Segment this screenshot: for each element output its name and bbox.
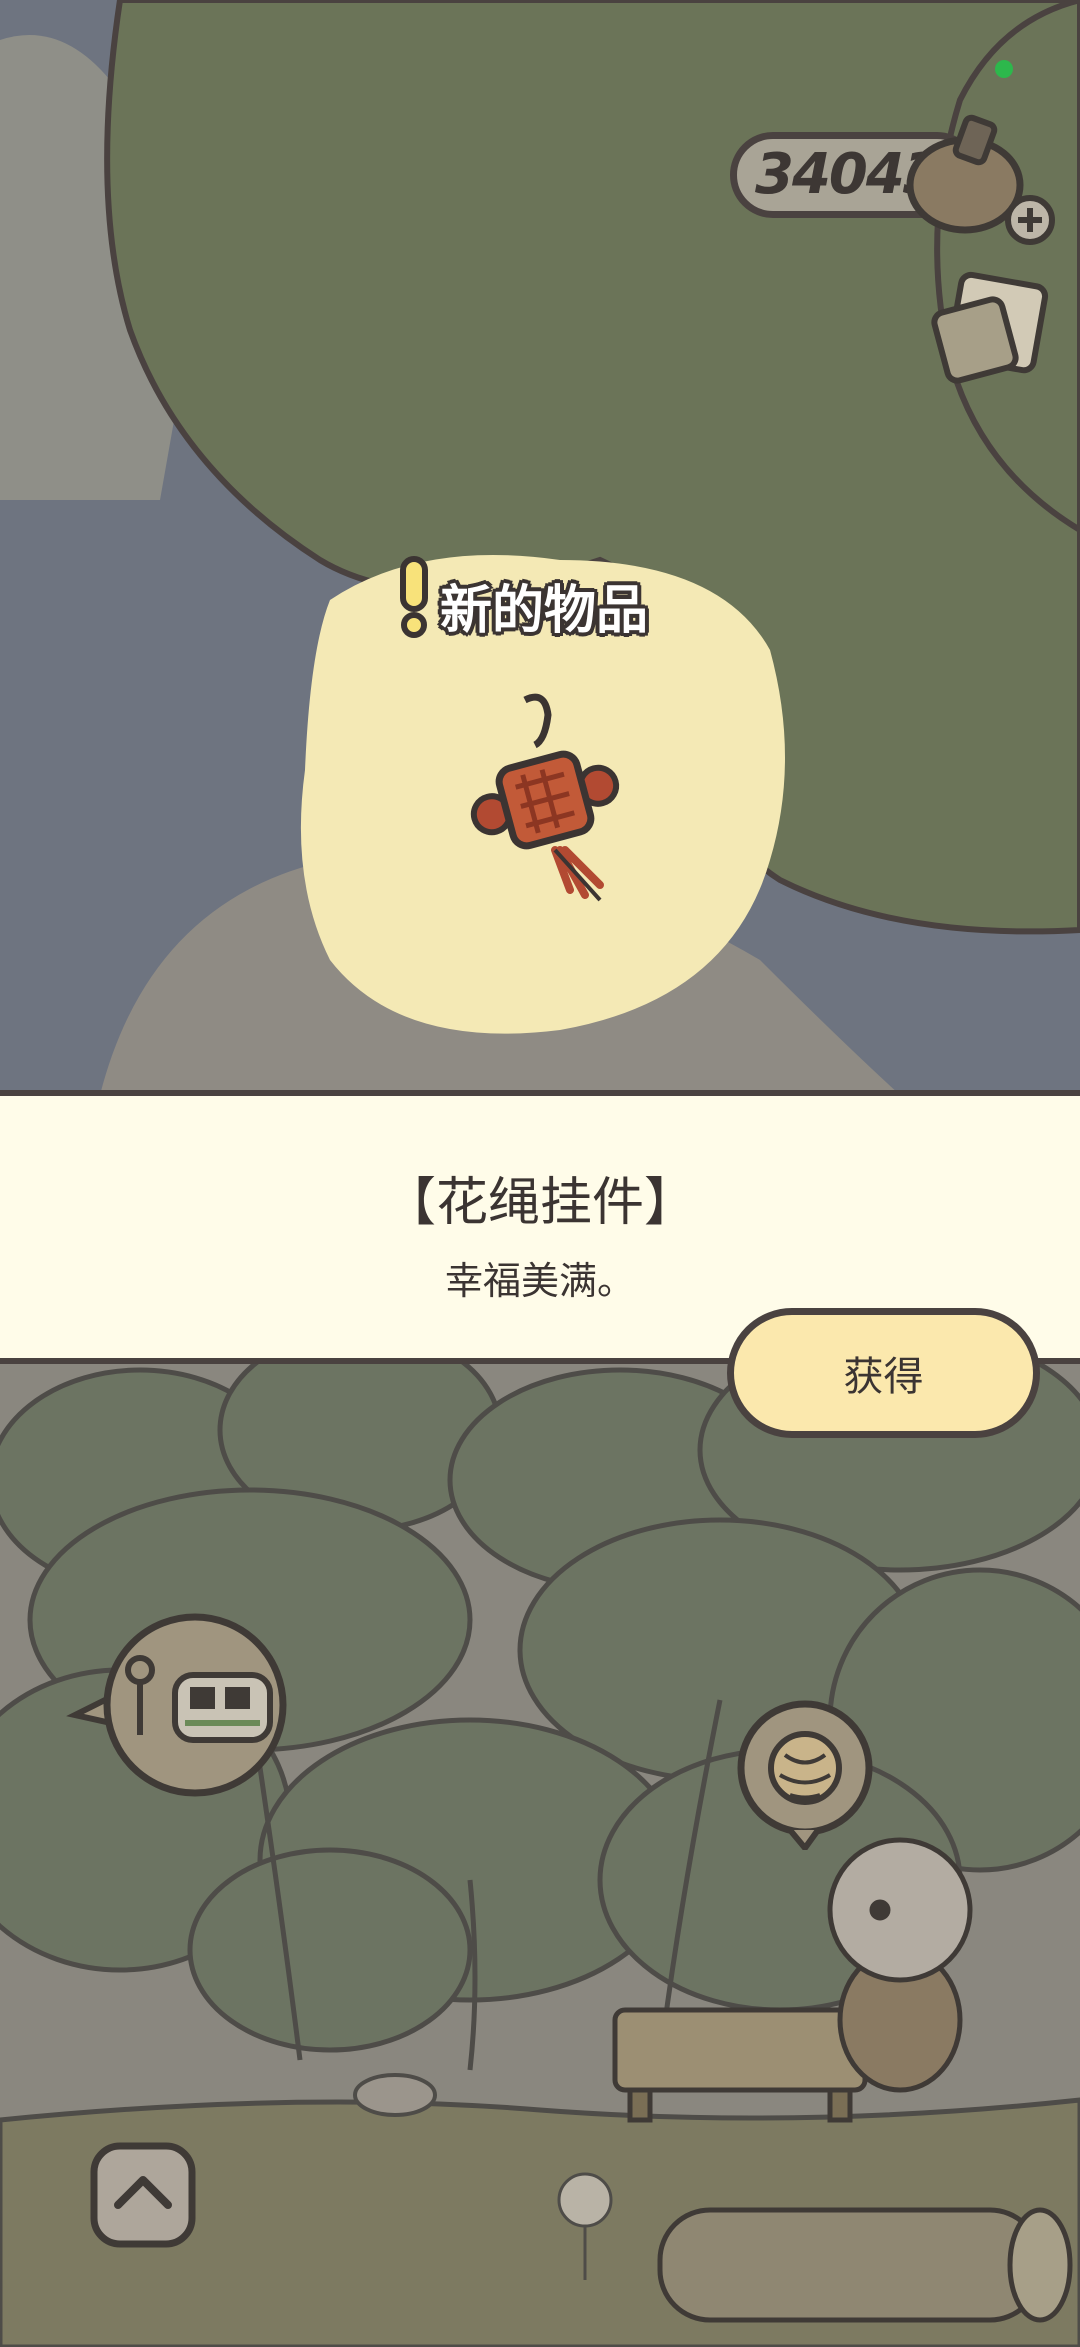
- new-item-label: 新的物品: [440, 581, 649, 641]
- clover-pouch-icon[interactable]: [900, 110, 1060, 250]
- yarn-bubble-icon[interactable]: [730, 1700, 880, 1850]
- item-description: 幸福美满。: [444, 1259, 635, 1303]
- chevron-up-icon[interactable]: [88, 2140, 198, 2250]
- item-name: 【花绳挂件】: [383, 1173, 696, 1233]
- exclamation-icon: [400, 556, 428, 638]
- chinese-knot-icon: [470, 693, 620, 902]
- status-indicator: [995, 60, 1013, 78]
- letters-icon[interactable]: [930, 265, 1055, 395]
- game-scene: 340431 新的物品 【花绳挂件】 幸福美满。 获得: [0, 0, 1080, 2347]
- obtain-button-label: 获得: [843, 1354, 924, 1400]
- obtain-button[interactable]: 获得: [727, 1308, 1040, 1438]
- train-bubble-icon[interactable]: [65, 1605, 295, 1805]
